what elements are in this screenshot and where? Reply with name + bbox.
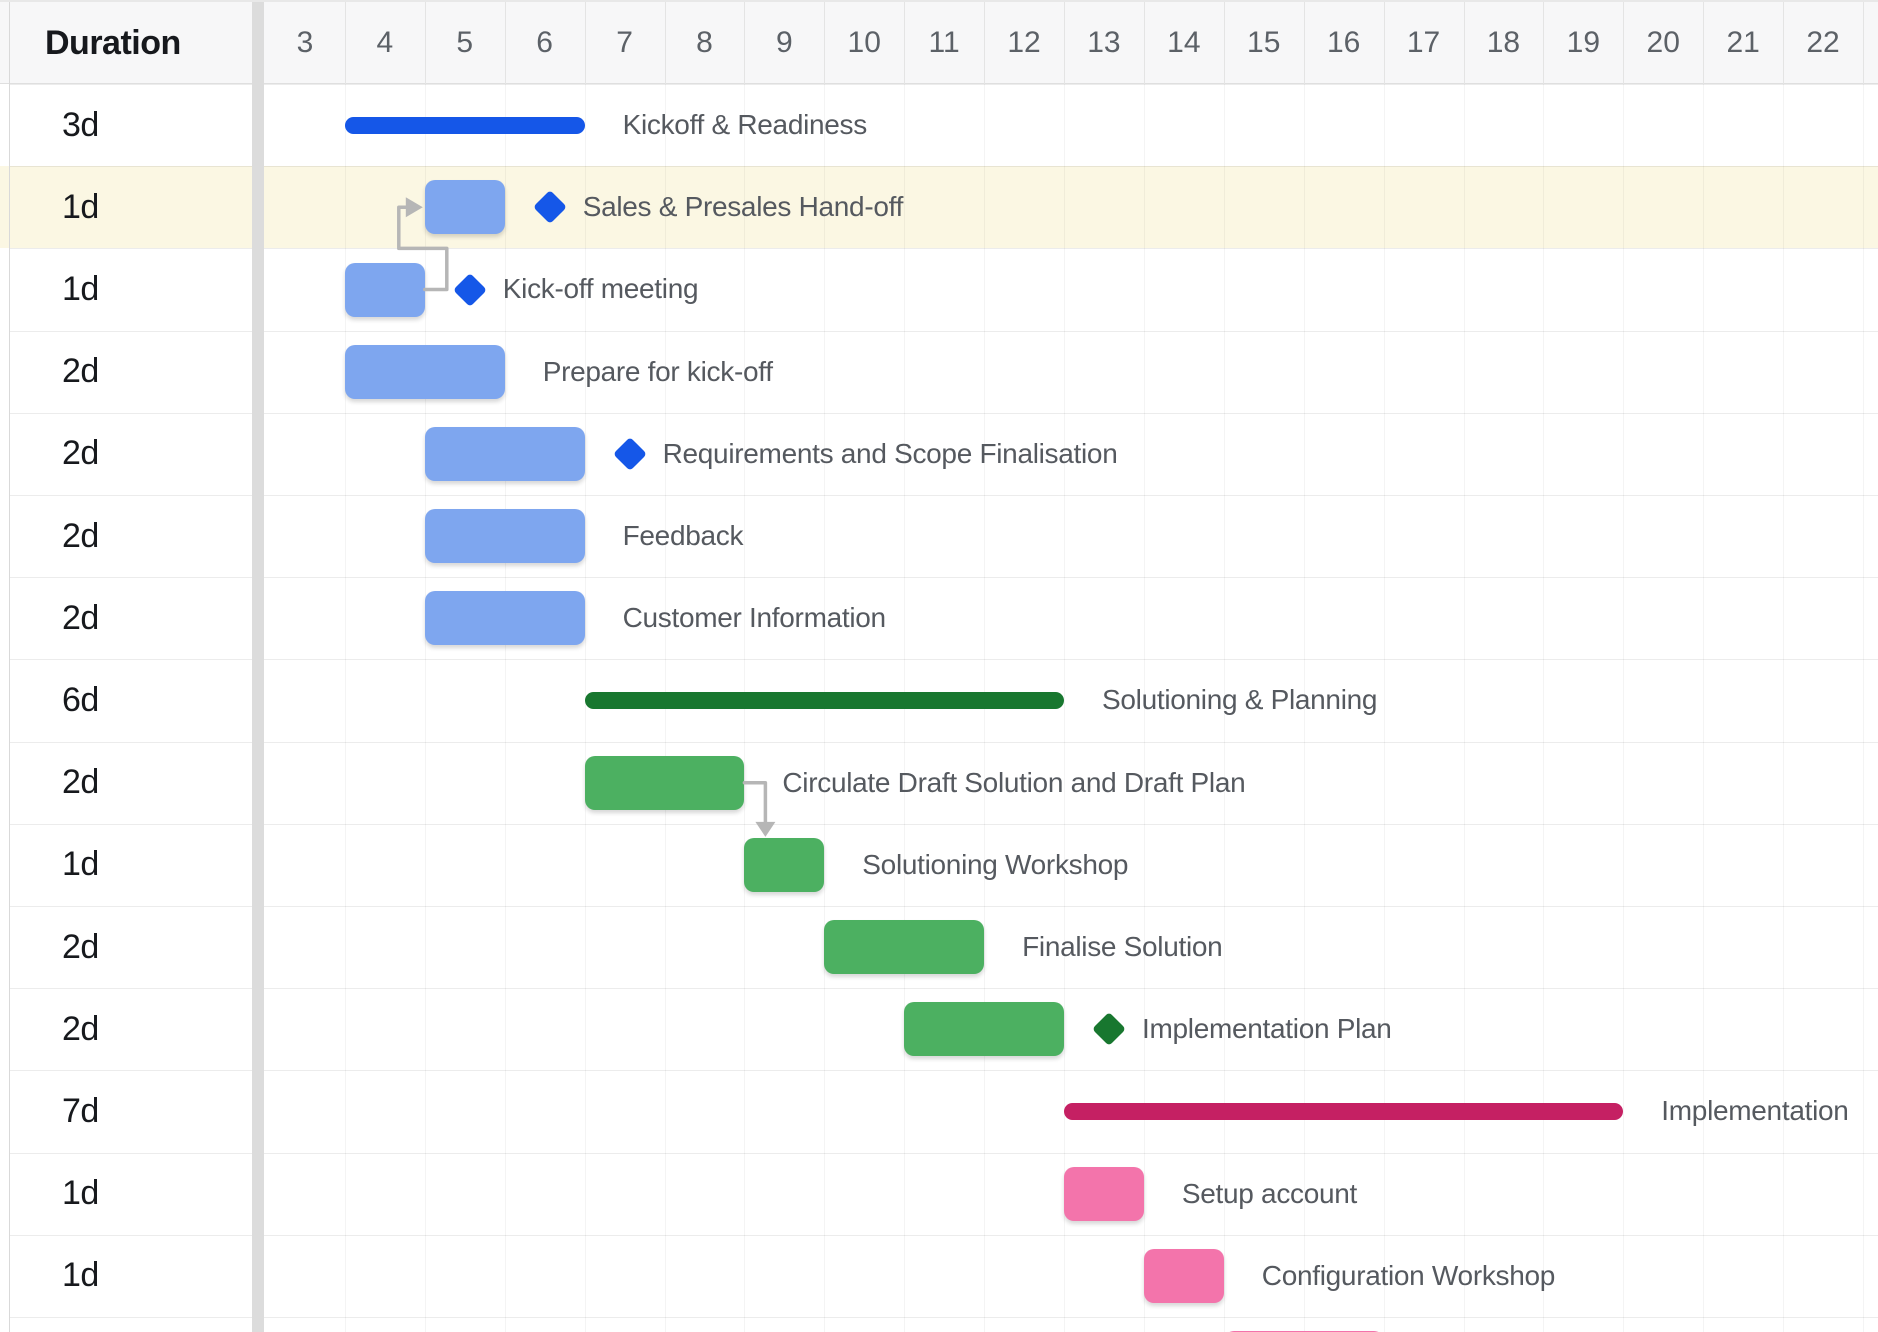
day-header-cell: 21 (1703, 2, 1783, 84)
task-label: Solutioning Workshop (862, 824, 1128, 906)
duration-cell[interactable]: 2d (0, 988, 252, 1070)
task-label: Implementation Plan (1142, 988, 1392, 1070)
day-header-cell: 3 (265, 2, 345, 84)
task-bar[interactable] (585, 756, 745, 810)
task-bar[interactable] (744, 838, 824, 892)
day-grid-line (1464, 84, 1465, 1332)
day-header-cell: 17 (1384, 2, 1464, 84)
task-label: Circulate Draft Solution and Draft Plan (782, 742, 1245, 824)
task-label: Prepare for kick-off (543, 331, 773, 413)
milestone-diamond[interactable] (453, 273, 487, 307)
day-header-cell: 13 (1064, 2, 1144, 84)
day-header-cell: 19 (1543, 2, 1623, 84)
task-label: Feedback (623, 495, 744, 577)
day-header-cell: 20 (1623, 2, 1703, 84)
duration-cell[interactable]: 6d (0, 659, 252, 741)
task-bar[interactable] (1064, 1167, 1144, 1221)
row-separator-line (9, 1317, 1878, 1318)
summary-bar[interactable] (585, 692, 1064, 709)
day-header-cell: 5 (425, 2, 505, 84)
task-label: Implementation (1661, 1070, 1848, 1152)
duration-cell[interactable]: 2d (0, 577, 252, 659)
task-bar[interactable] (345, 263, 425, 317)
task-label: Configuration Workshop (1262, 1235, 1555, 1317)
milestone-diamond[interactable] (1092, 1012, 1126, 1046)
duration-cell[interactable]: 1d (0, 1235, 252, 1317)
vertical-scrollbar[interactable] (252, 2, 264, 1332)
day-grid-line (1064, 84, 1065, 1332)
summary-bar[interactable] (345, 117, 585, 134)
task-label: Finalise Solution (1022, 906, 1222, 988)
gantt-chart-view: Duration 3456789101112131415161718192021… (0, 0, 1878, 1332)
day-header-cell: 4 (345, 2, 425, 84)
task-label: Kick-off meeting (503, 248, 698, 330)
day-header-cell: 14 (1144, 2, 1224, 84)
row-separator-line (9, 166, 1878, 167)
day-grid-line (1543, 84, 1544, 1332)
duration-cell[interactable]: 1d (0, 824, 252, 906)
task-bar[interactable] (425, 180, 505, 234)
row-separator-line (9, 988, 1878, 989)
task-label: Solutioning & Planning (1102, 659, 1377, 741)
day-header-cell: 7 (585, 2, 665, 84)
row-separator-line (9, 659, 1878, 660)
day-grid-line (1863, 84, 1864, 1332)
task-bar[interactable] (1144, 1249, 1224, 1303)
row-separator-line (9, 331, 1878, 332)
task-bar[interactable] (824, 920, 984, 974)
duration-cell[interactable]: 7d (0, 1070, 252, 1152)
day-header-cell: 22 (1783, 2, 1863, 84)
header-separator-line (1863, 2, 1864, 84)
row-separator-line (9, 1153, 1878, 1154)
duration-cell[interactable]: 3d (0, 84, 252, 166)
day-grid-line (1623, 84, 1624, 1332)
row-separator-line (9, 248, 1878, 249)
day-header-cell: 6 (505, 2, 585, 84)
duration-cell[interactable]: 2d (0, 331, 252, 413)
row-separator-line (9, 495, 1878, 496)
row-separator-line (9, 1070, 1878, 1071)
task-label: Customer Information (623, 577, 886, 659)
row-separator-line (9, 906, 1878, 907)
task-bar[interactable] (904, 1002, 1064, 1056)
day-header-cell: 16 (1304, 2, 1384, 84)
duration-cell[interactable]: 2d (0, 906, 252, 988)
task-bar[interactable] (425, 427, 585, 481)
task-label: Setup account (1182, 1153, 1357, 1235)
duration-column-header: Duration (0, 2, 252, 84)
day-header-cell: 15 (1224, 2, 1304, 84)
task-bar[interactable] (345, 345, 505, 399)
day-header-cell: 10 (824, 2, 904, 84)
day-header-cell: 12 (984, 2, 1064, 84)
day-header-cell: 18 (1464, 2, 1544, 84)
day-header-cell: 8 (665, 2, 745, 84)
day-header-cell: 9 (744, 2, 824, 84)
row-separator-line (9, 577, 1878, 578)
milestone-diamond[interactable] (613, 437, 647, 471)
row-separator-line (9, 84, 1878, 85)
day-header-cell: 11 (904, 2, 984, 84)
duration-cell[interactable]: 2d (0, 495, 252, 577)
duration-cell[interactable]: 1d (0, 166, 252, 248)
task-bar[interactable] (425, 509, 585, 563)
duration-cell[interactable]: 2d (0, 413, 252, 495)
task-bar[interactable] (425, 591, 585, 645)
duration-cell[interactable]: 1d (0, 1153, 252, 1235)
row-separator-line (9, 1235, 1878, 1236)
duration-cell[interactable]: 1d (0, 248, 252, 330)
day-grid-line (425, 84, 426, 1332)
task-label: Sales & Presales Hand-off (583, 166, 903, 248)
selected-row-background (0, 166, 1878, 248)
summary-bar[interactable] (1064, 1103, 1623, 1120)
duration-cell[interactable]: 2d (0, 742, 252, 824)
task-label: Requirements and Scope Finalisation (663, 413, 1118, 495)
task-label: Kickoff & Readiness (623, 84, 867, 166)
day-grid-line (1384, 84, 1385, 1332)
